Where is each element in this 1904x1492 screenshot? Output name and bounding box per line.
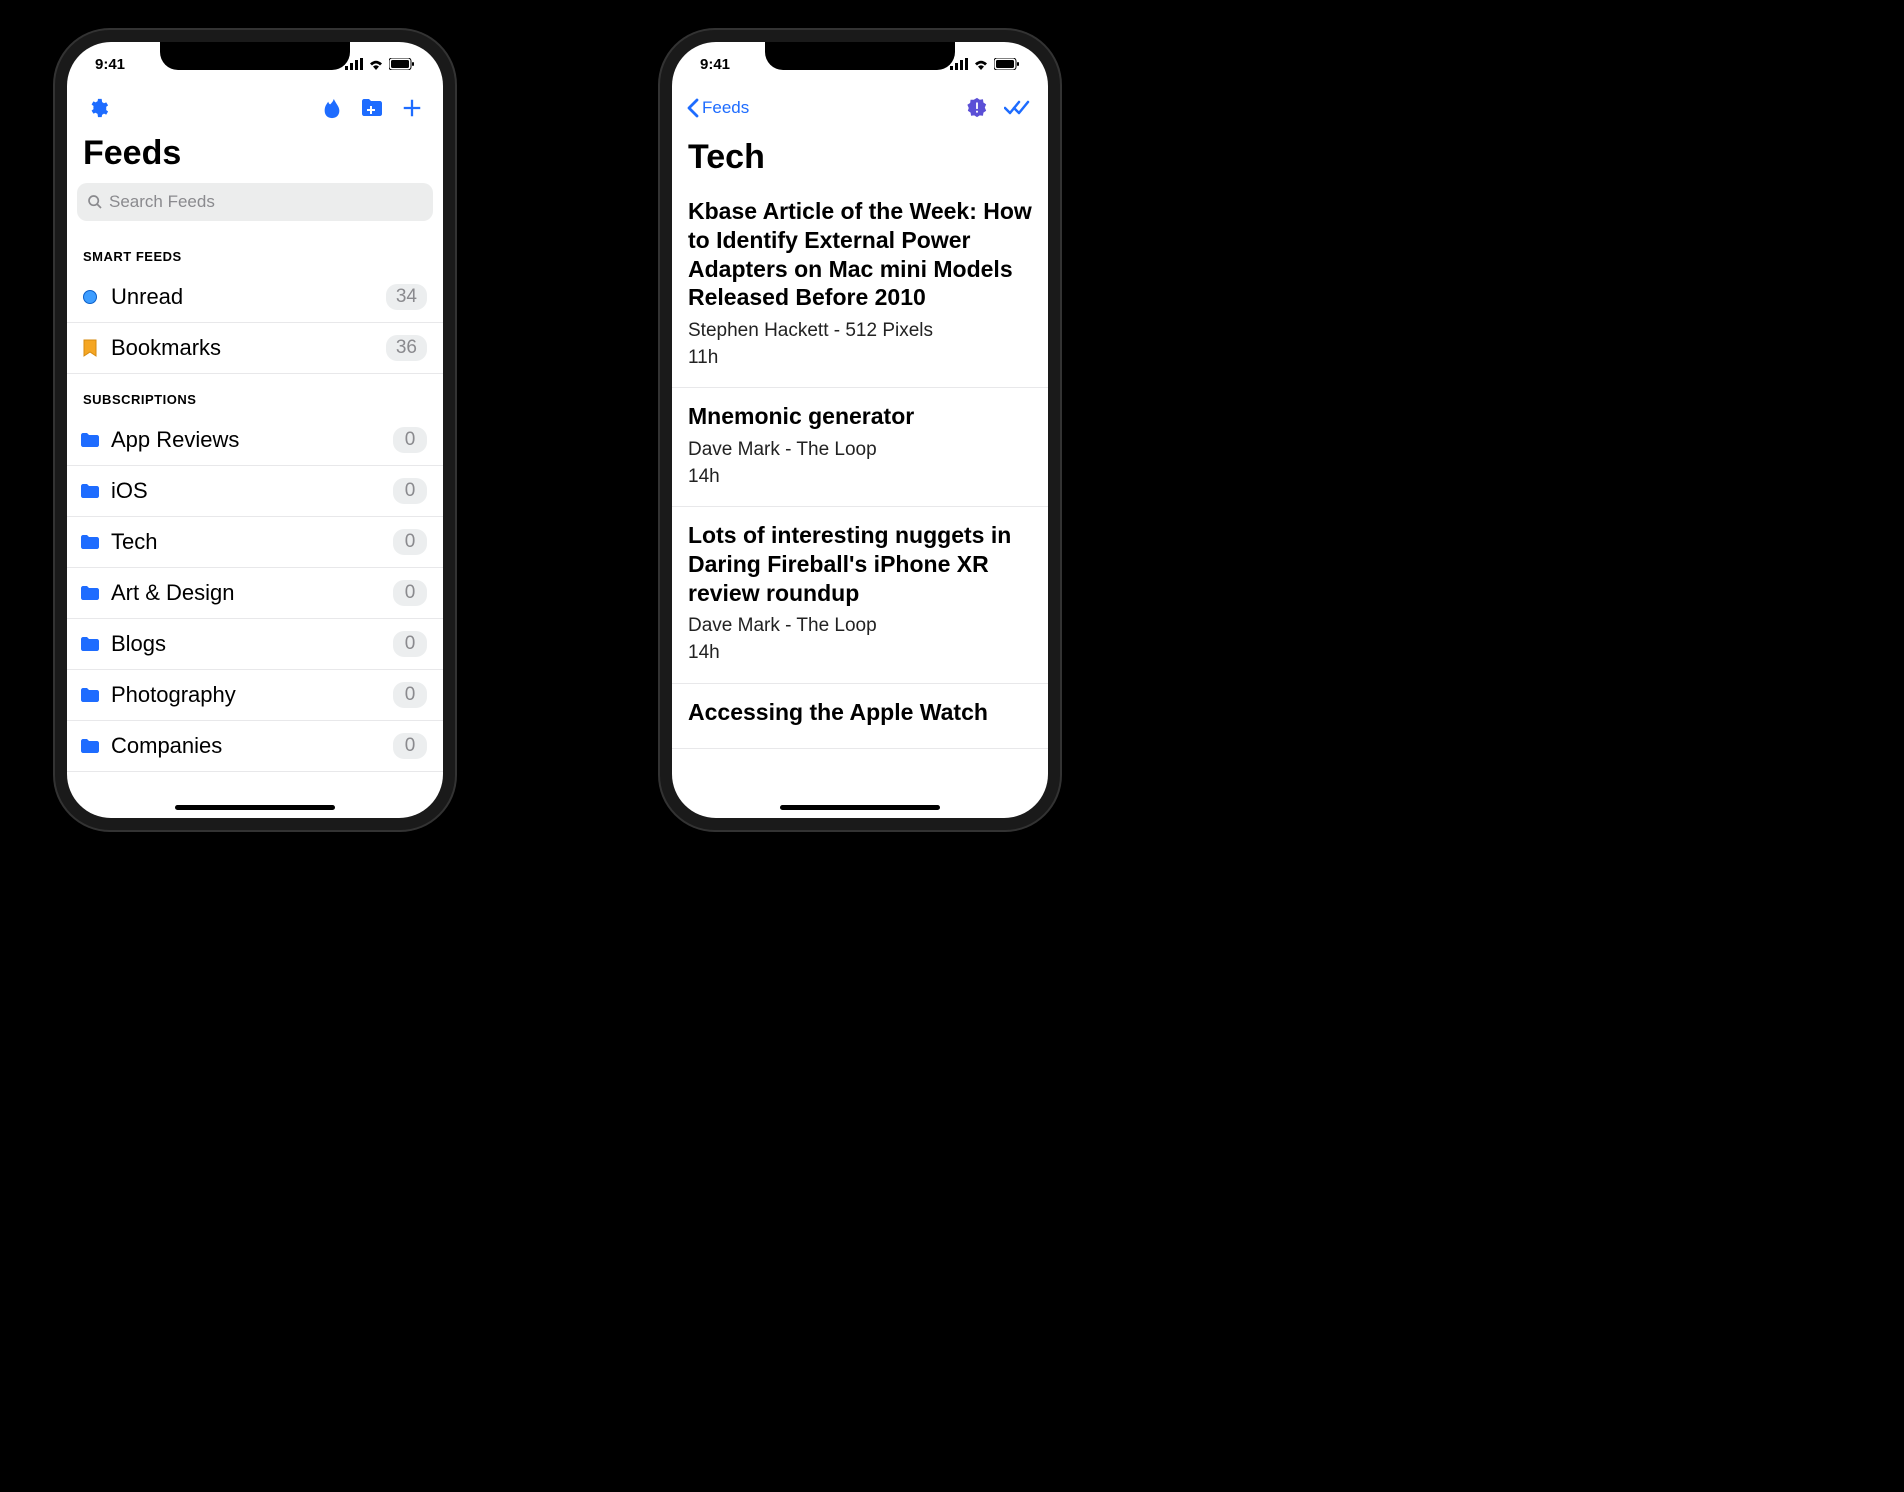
toolbar-tech: Feeds <box>672 86 1048 130</box>
folder-icon <box>80 483 100 499</box>
feed-count-badge: 0 <box>393 580 427 606</box>
articles-scroll[interactable]: Kbase Article of the Week: How to Identi… <box>672 183 1048 749</box>
feed-row[interactable]: Blogs0 <box>67 619 443 670</box>
feed-label: Art & Design <box>111 580 393 606</box>
screen-feeds: 9:41 Feeds Search Fe <box>67 42 443 818</box>
plus-icon <box>401 97 423 119</box>
article-meta: Dave Mark - The Loop <box>688 613 1032 640</box>
battery-icon <box>994 58 1020 70</box>
notch <box>160 42 350 70</box>
hot-button[interactable] <box>315 91 349 125</box>
toolbar-feeds <box>67 86 443 130</box>
status-time: 9:41 <box>700 56 730 73</box>
feed-row[interactable]: Tech0 <box>67 517 443 568</box>
notch <box>765 42 955 70</box>
feed-label: App Reviews <box>111 427 393 453</box>
feed-count-badge: 0 <box>393 427 427 453</box>
feed-label: Companies <box>111 733 393 759</box>
feed-label: Tech <box>111 529 393 555</box>
article-title: Kbase Article of the Week: How to Identi… <box>688 197 1032 312</box>
wifi-icon <box>368 58 384 70</box>
article-meta: Dave Mark - The Loop <box>688 437 1032 464</box>
add-folder-button[interactable] <box>355 91 389 125</box>
folder-icon <box>80 534 100 550</box>
feed-label: Bookmarks <box>111 335 386 361</box>
feed-row[interactable]: Art & Design0 <box>67 568 443 619</box>
page-title: Tech <box>672 130 1048 183</box>
feeds-scroll[interactable]: SMART FEEDS Unread34Bookmarks36 SUBSCRIP… <box>67 231 443 818</box>
folder-icon <box>80 585 100 601</box>
folder-icon <box>80 738 100 754</box>
back-button[interactable]: Feeds <box>686 98 749 118</box>
article-row[interactable]: Lots of interesting nuggets in Daring Fi… <box>672 507 1048 683</box>
folder-icon <box>80 687 100 703</box>
feed-row[interactable]: Photography0 <box>67 670 443 721</box>
article-title: Mnemonic generator <box>688 402 1032 431</box>
section-smart-header: SMART FEEDS <box>67 231 443 272</box>
article-row[interactable]: Kbase Article of the Week: How to Identi… <box>672 183 1048 388</box>
feed-label: Blogs <box>111 631 393 657</box>
feed-count-badge: 34 <box>386 284 427 310</box>
feed-count-badge: 0 <box>393 631 427 657</box>
add-button[interactable] <box>395 91 429 125</box>
feed-label: iOS <box>111 478 393 504</box>
screen-tech: 9:41 Feeds Tech Kbase Article of the Wee… <box>672 42 1048 818</box>
phone-feeds: 9:41 Feeds Search Fe <box>55 30 455 830</box>
feed-count-badge: 0 <box>393 529 427 555</box>
settings-button[interactable] <box>81 91 115 125</box>
wifi-icon <box>973 58 989 70</box>
article-row[interactable]: Mnemonic generator Dave Mark - The Loop14… <box>672 388 1048 507</box>
badge-icon <box>966 97 988 119</box>
feed-row[interactable]: App Reviews0 <box>67 415 443 466</box>
home-indicator[interactable] <box>780 805 940 810</box>
status-time: 9:41 <box>95 56 125 73</box>
search-placeholder: Search Feeds <box>109 192 215 212</box>
feed-row[interactable]: Unread34 <box>67 272 443 323</box>
folder-plus-icon <box>360 97 384 119</box>
folder-icon <box>80 432 100 448</box>
feed-row[interactable]: Bookmarks36 <box>67 323 443 374</box>
feed-count-badge: 36 <box>386 335 427 361</box>
search-icon <box>87 194 103 210</box>
bookmark-icon <box>83 339 97 357</box>
search-input[interactable]: Search Feeds <box>77 183 433 221</box>
double-check-icon <box>1004 99 1030 117</box>
status-icons <box>950 58 1020 70</box>
feed-label: Photography <box>111 682 393 708</box>
feed-row[interactable]: Companies0 <box>67 721 443 772</box>
back-label: Feeds <box>702 98 749 118</box>
mark-read-button[interactable] <box>1000 91 1034 125</box>
feed-label: Unread <box>111 284 386 310</box>
article-time: 11h <box>688 345 1032 372</box>
filter-button[interactable] <box>960 91 994 125</box>
article-meta: Stephen Hackett - 512 Pixels <box>688 318 1032 345</box>
article-title: Accessing the Apple Watch <box>688 698 1032 727</box>
section-subs-header: SUBSCRIPTIONS <box>67 374 443 415</box>
feed-row[interactable]: iOS0 <box>67 466 443 517</box>
feed-count-badge: 0 <box>393 478 427 504</box>
status-icons <box>345 58 415 70</box>
article-time: 14h <box>688 640 1032 667</box>
article-title: Lots of interesting nuggets in Daring Fi… <box>688 521 1032 607</box>
article-row[interactable]: Accessing the Apple Watch <box>672 684 1048 750</box>
fire-icon <box>321 97 343 119</box>
home-indicator[interactable] <box>175 805 335 810</box>
feed-count-badge: 0 <box>393 733 427 759</box>
article-time: 14h <box>688 464 1032 491</box>
page-title: Feeds <box>67 130 443 179</box>
feed-count-badge: 0 <box>393 682 427 708</box>
gear-icon <box>87 97 109 119</box>
phone-tech: 9:41 Feeds Tech Kbase Article of the Wee… <box>660 30 1060 830</box>
unread-dot-icon <box>83 290 97 304</box>
folder-icon <box>80 636 100 652</box>
battery-icon <box>389 58 415 70</box>
chevron-left-icon <box>686 98 700 118</box>
